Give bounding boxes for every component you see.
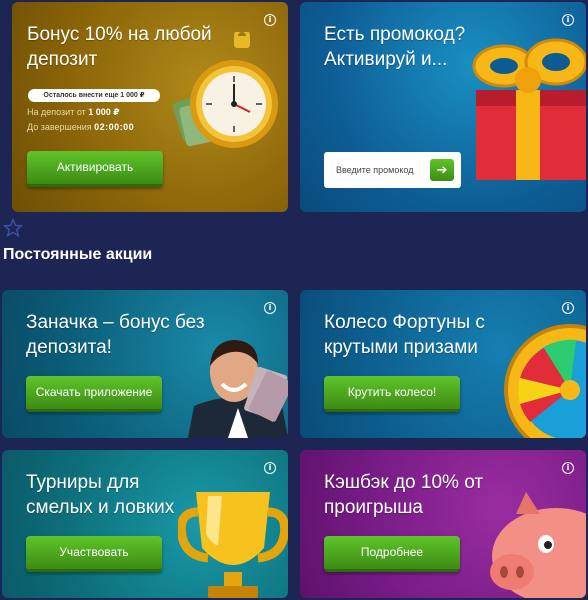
promo-form: ➔ bbox=[324, 152, 461, 188]
man-with-money-image bbox=[188, 340, 288, 438]
piggy-bank-icon bbox=[490, 492, 586, 598]
promo-card: Есть промокод? Активируй и... i ➔ bbox=[300, 2, 586, 212]
promo-submit-button[interactable]: ➔ bbox=[430, 159, 454, 181]
deposit-label: На депозит от bbox=[27, 107, 86, 117]
info-icon[interactable]: i bbox=[562, 302, 574, 314]
bonus-card: Бонус 10% на любой депозит i Осталось вн… bbox=[12, 2, 288, 212]
star-icon[interactable] bbox=[3, 218, 23, 238]
arrow-right-icon: ➔ bbox=[436, 162, 448, 177]
trophy-icon bbox=[178, 492, 288, 598]
deposit-row: На депозит от 1 000 ₽ bbox=[27, 107, 120, 118]
info-icon[interactable]: i bbox=[264, 302, 276, 314]
deposit-value: 1 000 ₽ bbox=[88, 107, 120, 117]
remaining-badge: Осталось внести еще 1 000 ₽ bbox=[28, 89, 160, 102]
info-icon[interactable]: i bbox=[264, 14, 276, 26]
tournaments-title: Турниры для смелых и ловких bbox=[26, 472, 175, 518]
stopwatch-icon bbox=[172, 32, 278, 148]
cashback-title: Кэшбэк до 10% от проигрыша bbox=[324, 472, 484, 518]
activate-button[interactable]: Активировать bbox=[27, 151, 163, 187]
time-row: До завершения 02:00:00 bbox=[27, 122, 134, 132]
info-icon[interactable]: i bbox=[562, 462, 574, 474]
participate-button[interactable]: Участвовать bbox=[26, 536, 162, 572]
download-app-button[interactable]: Скачать приложение bbox=[26, 376, 162, 412]
more-details-button[interactable]: Подробнее bbox=[324, 536, 460, 572]
info-icon[interactable]: i bbox=[264, 462, 276, 474]
tournaments-card: Турниры для смелых и ловких i Участвоват… bbox=[2, 450, 288, 598]
section-title: Постоянные акции bbox=[3, 246, 153, 263]
spin-wheel-button[interactable]: Крутить колесо! bbox=[324, 376, 460, 412]
fortune-wheel-icon bbox=[504, 324, 586, 438]
info-icon[interactable]: i bbox=[562, 14, 574, 26]
gift-icon bbox=[472, 38, 586, 180]
wheel-card: Колесо Фортуны с крутыми призами i Крути… bbox=[300, 290, 586, 438]
time-label: До завершения bbox=[27, 122, 92, 132]
stash-card: Заначка – бонус без депозита! i Скачать … bbox=[2, 290, 288, 438]
time-value: 02:00:00 bbox=[94, 122, 135, 132]
promo-code-input[interactable] bbox=[324, 152, 428, 188]
cashback-card: Кэшбэк до 10% от проигрыша i Подробнее bbox=[300, 450, 586, 598]
